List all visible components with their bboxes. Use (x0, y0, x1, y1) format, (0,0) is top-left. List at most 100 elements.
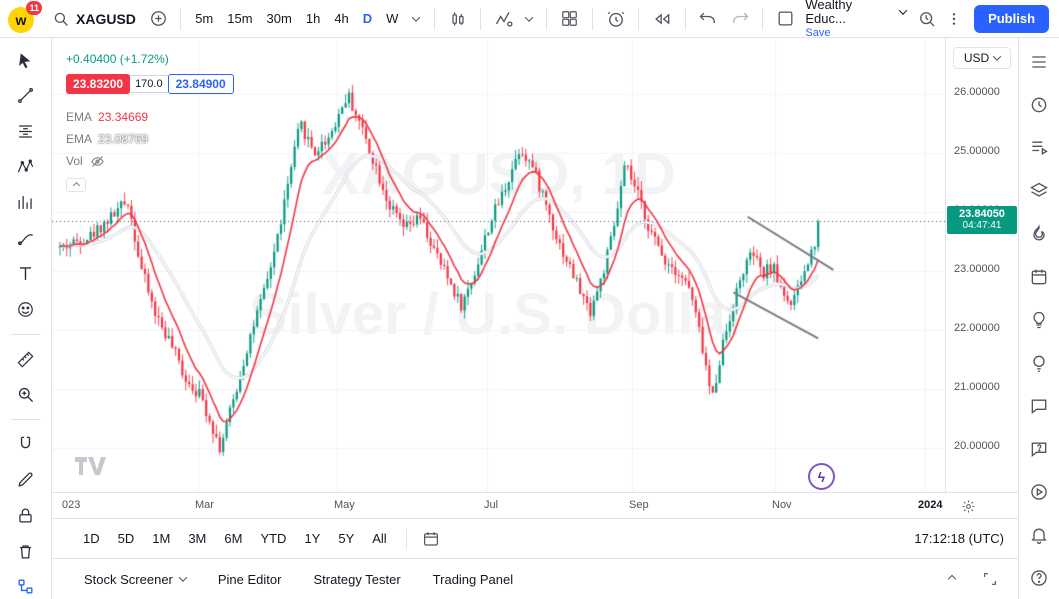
buy-price-button[interactable]: 23.84900 (168, 74, 234, 94)
measure-tool-icon[interactable] (11, 347, 41, 372)
range-1m[interactable]: 1M (145, 527, 177, 550)
range-5d[interactable]: 5D (111, 527, 142, 550)
legend-collapse-button[interactable] (66, 178, 86, 192)
panel-maximize-icon[interactable] (978, 567, 1002, 591)
watchlist-icon[interactable] (1025, 50, 1053, 74)
range-3m[interactable]: 3M (181, 527, 213, 550)
chart-style-icon[interactable] (444, 6, 471, 32)
symbol-search[interactable]: XAGUSD (46, 6, 142, 32)
volume-indicator-row[interactable]: Vol (66, 150, 234, 172)
time-axis[interactable]: 023 Mar May Jul Sep Nov 2024 (52, 492, 1018, 518)
help-icon[interactable] (1025, 566, 1053, 590)
range-all[interactable]: All (365, 527, 393, 550)
separator (11, 334, 41, 335)
tab-trading-panel[interactable]: Trading Panel (421, 566, 525, 593)
last-price-badge[interactable]: 23.84050 04:47:41 (947, 206, 1017, 234)
pattern-tool-icon[interactable] (11, 155, 41, 180)
layout-name[interactable]: Wealthy Educ... Save (805, 0, 905, 39)
price-tick: 20.00000 (954, 440, 1000, 452)
timeframe-30m[interactable]: 30m (262, 7, 297, 30)
zoom-tool-icon[interactable] (11, 382, 41, 407)
bar-replay-icon[interactable] (648, 6, 675, 32)
timeframe-5m[interactable]: 5m (190, 7, 218, 30)
object-tree-icon[interactable] (11, 574, 41, 599)
notifications-bell-icon[interactable] (1025, 523, 1053, 547)
tab-stock-screener[interactable]: Stock Screener (72, 566, 198, 593)
app-logo[interactable]: w 11 (8, 4, 38, 34)
remove-drawings-icon[interactable] (11, 539, 41, 564)
top-toolbar: w 11 XAGUSD 5m 15m 30m 1h 4h D W (0, 0, 1059, 38)
streams-play-icon[interactable] (1025, 480, 1053, 504)
timeframe-1d[interactable]: D (358, 7, 377, 30)
range-1y[interactable]: 1Y (297, 527, 327, 550)
sell-price-button[interactable]: 23.83200 (66, 74, 130, 94)
qa-chat-icon[interactable] (1025, 437, 1053, 461)
ideas-lightbulb-icon[interactable] (1025, 308, 1053, 332)
brush-tool-icon[interactable] (11, 226, 41, 251)
forecast-tool-icon[interactable] (11, 190, 41, 215)
range-1d[interactable]: 1D (76, 527, 107, 550)
more-options-icon[interactable] (945, 6, 964, 32)
chat-icon[interactable] (1025, 394, 1053, 418)
tradingview-logo[interactable] (74, 456, 108, 476)
magnet-tool-icon[interactable] (11, 432, 41, 457)
quick-search-icon[interactable] (913, 6, 940, 32)
emoji-tool-icon[interactable] (11, 297, 41, 322)
layout-thumbnail-icon[interactable] (772, 6, 799, 32)
undo-icon[interactable] (695, 6, 722, 32)
range-6m[interactable]: 6M (217, 527, 249, 550)
hotlists-icon[interactable] (1025, 136, 1053, 160)
alerts-icon[interactable] (1025, 93, 1053, 117)
price-tick: 21.00000 (954, 381, 1000, 393)
currency-selector[interactable]: USD (953, 47, 1011, 69)
separator (180, 8, 181, 30)
separator (480, 8, 481, 30)
timeframe-4h[interactable]: 4h (329, 7, 353, 30)
trend-line-tool-icon[interactable] (11, 84, 41, 109)
lock-tool-icon[interactable] (11, 503, 41, 528)
time-tick: Jul (484, 499, 498, 511)
price-tick: 25.00000 (954, 145, 1000, 157)
price-axis[interactable]: USD 26.00000 25.00000 24.00000 23.00000 … (945, 38, 1018, 492)
publish-button[interactable]: Publish (974, 5, 1049, 33)
ema-indicator-row[interactable]: EMA 23.34669 (66, 106, 234, 128)
ema-indicator-row[interactable]: EMA 23.08769 (66, 128, 234, 150)
separator (546, 8, 547, 30)
layout-name-label: Wealthy Educ... (805, 0, 893, 26)
utc-clock[interactable]: 17:12:18 (UTC) (914, 531, 1004, 546)
indicators-icon[interactable] (490, 6, 517, 32)
separator (638, 8, 639, 30)
text-tool-icon[interactable] (11, 262, 41, 287)
screener-chevron-icon (179, 573, 187, 581)
alert-icon[interactable] (602, 6, 629, 32)
range-ytd[interactable]: YTD (253, 527, 293, 550)
last-price-value: 23.84050 (947, 208, 1017, 220)
timeframe-1h[interactable]: 1h (301, 7, 325, 30)
save-link[interactable]: Save (805, 27, 905, 39)
cursor-tool-icon[interactable] (11, 48, 41, 73)
promo-boost-icon[interactable]: ϟ (808, 463, 835, 490)
separator (685, 8, 686, 30)
timeframe-menu-chevron-icon[interactable] (407, 7, 425, 31)
edit-tool-icon[interactable] (11, 468, 41, 493)
timeframe-1w[interactable]: W (381, 7, 403, 30)
calendar-icon[interactable] (1025, 265, 1053, 289)
compare-add-icon[interactable] (146, 6, 171, 32)
axis-settings-gear-icon[interactable] (958, 496, 978, 516)
range-5y[interactable]: 5Y (331, 527, 361, 550)
redo-icon[interactable] (726, 6, 753, 32)
price-tick: 22.00000 (954, 322, 1000, 334)
layout-grid-icon[interactable] (556, 6, 583, 32)
fib-retracement-tool-icon[interactable] (11, 119, 41, 144)
panel-open-chevron-icon[interactable] (940, 567, 964, 591)
indicators-chevron-icon[interactable] (521, 7, 537, 31)
idea-bulb-outline-icon[interactable] (1025, 351, 1053, 375)
go-to-date-icon[interactable] (419, 527, 443, 551)
eye-off-icon[interactable] (89, 153, 107, 169)
timeframe-15m[interactable]: 15m (222, 7, 257, 30)
tab-strategy-tester[interactable]: Strategy Tester (301, 566, 412, 593)
tab-pine-editor[interactable]: Pine Editor (206, 566, 294, 593)
layers-icon[interactable] (1025, 179, 1053, 203)
separator (592, 8, 593, 30)
screener-flame-icon[interactable] (1025, 222, 1053, 246)
